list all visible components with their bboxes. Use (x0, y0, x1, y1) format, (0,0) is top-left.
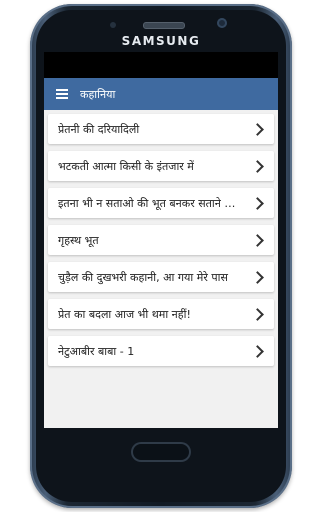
chevron-right-icon (251, 196, 264, 210)
list-item-label: इतना भी न सताओ की भूत बनकर सताने आ जाऊं (58, 196, 245, 210)
front-camera-icon (217, 18, 227, 28)
status-bar (44, 52, 278, 78)
list-item[interactable]: भटकती आत्मा किसी के इंतजार में (48, 151, 274, 181)
list-item[interactable]: नेटुआबीर बाबा - 1 (48, 336, 274, 366)
list-item[interactable]: चुड़ैल की दुखभरी कहानी, आ गया मेरे पास (48, 262, 274, 292)
story-list: प्रेतनी की दरियादिली भटकती आत्मा किसी के… (44, 110, 278, 366)
list-item-label: चुड़ैल की दुखभरी कहानी, आ गया मेरे पास (58, 270, 228, 284)
brand-logo: SAMSUNG (121, 34, 201, 48)
earpiece-speaker (143, 22, 185, 29)
hamburger-menu-icon[interactable] (56, 89, 68, 99)
list-item[interactable]: इतना भी न सताओ की भूत बनकर सताने आ जाऊं (48, 188, 274, 218)
list-item-label: नेटुआबीर बाबा - 1 (58, 344, 135, 358)
list-item-label: गृहस्थ भूत (58, 233, 99, 247)
chevron-right-icon (251, 270, 264, 284)
chevron-right-icon (251, 233, 264, 247)
proximity-sensor (110, 22, 116, 28)
list-item[interactable]: प्रेत का बदला आज भी थमा नहीं! (48, 299, 274, 329)
app-bar: कहानिया (44, 78, 278, 110)
chevron-right-icon (251, 122, 264, 136)
chevron-right-icon (251, 307, 264, 321)
chevron-right-icon (251, 344, 264, 358)
list-item[interactable]: प्रेतनी की दरियादिली (48, 114, 274, 144)
list-item[interactable]: गृहस्थ भूत (48, 225, 274, 255)
list-item-label: प्रेत का बदला आज भी थमा नहीं! (58, 307, 191, 321)
home-button[interactable] (131, 442, 191, 462)
page-title: कहानिया (80, 87, 116, 101)
chevron-right-icon (251, 159, 264, 173)
app-screen: कहानिया प्रेतनी की दरियादिली भटकती आत्मा… (44, 52, 278, 428)
list-item-label: भटकती आत्मा किसी के इंतजार में (58, 159, 194, 173)
list-item-label: प्रेतनी की दरियादिली (58, 122, 140, 136)
